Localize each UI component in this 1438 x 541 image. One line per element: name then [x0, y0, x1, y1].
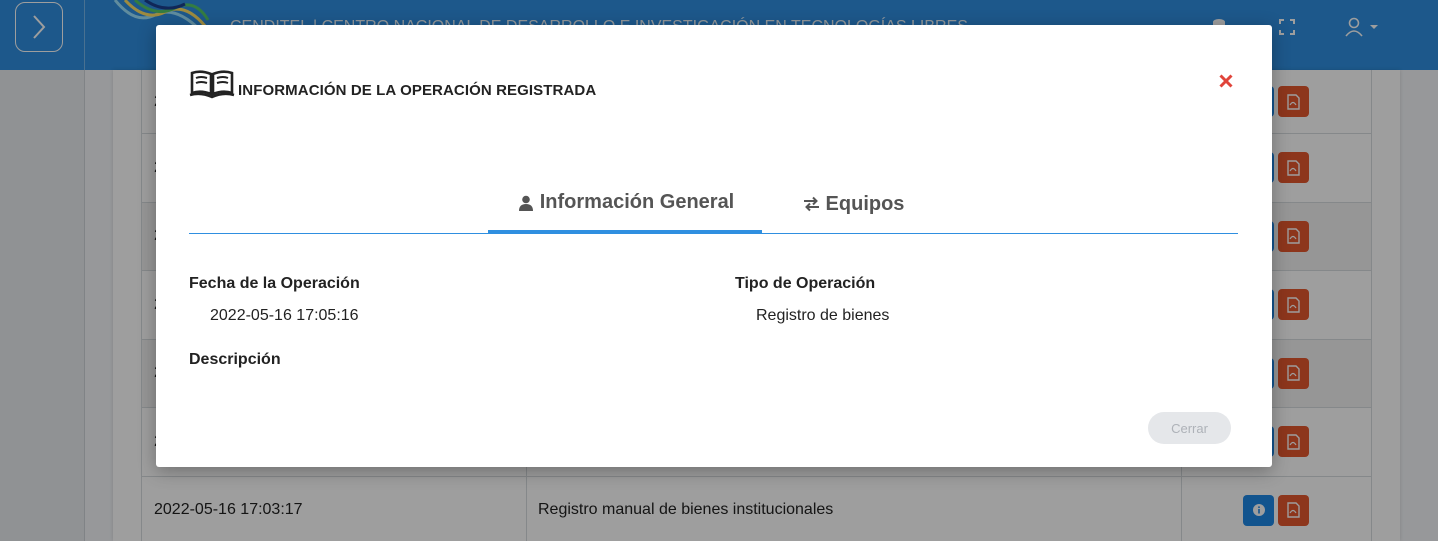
user-icon: [516, 193, 536, 213]
tab-equipos[interactable]: Equipos: [788, 175, 918, 233]
modal-title: INFORMACIÓN DE LA OPERACIÓN REGISTRADA: [238, 82, 597, 99]
tipo-operacion-value: Registro de bienes: [756, 307, 890, 324]
exchange-icon: [802, 194, 822, 214]
tab-informacion-general[interactable]: Información General: [488, 175, 762, 234]
tab-label: Equipos: [825, 192, 905, 215]
operation-info-modal: INFORMACIÓN DE LA OPERACIÓN REGISTRADA I…: [156, 25, 1272, 467]
open-book-icon: [189, 70, 235, 99]
modal-tabs: Información General Equipos: [189, 175, 1238, 234]
cerrar-button[interactable]: Cerrar: [1148, 412, 1231, 444]
modal-header: INFORMACIÓN DE LA OPERACIÓN REGISTRADA: [189, 65, 596, 99]
close-icon[interactable]: [1216, 71, 1236, 91]
tab-label: Información General: [539, 191, 735, 213]
fecha-operacion-value: 2022-05-16 17:05:16: [210, 307, 359, 324]
tipo-operacion-label: Tipo de Operación: [735, 275, 876, 292]
fecha-operacion-label: Fecha de la Operación: [189, 275, 360, 292]
descripcion-label: Descripción: [189, 351, 281, 368]
